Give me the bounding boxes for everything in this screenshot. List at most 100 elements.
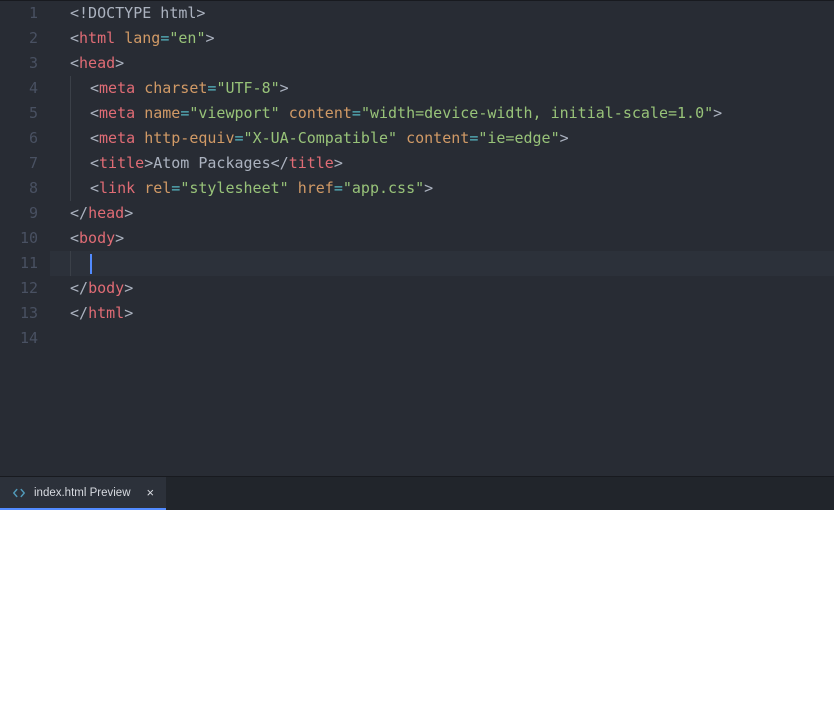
- op: =: [160, 29, 169, 47]
- space: [135, 79, 144, 97]
- punct: </: [70, 204, 88, 222]
- tag-name: title: [99, 154, 144, 172]
- punct: >: [144, 154, 153, 172]
- op: =: [352, 104, 361, 122]
- code-line[interactable]: <link rel="stylesheet" href="app.css">: [50, 176, 834, 201]
- punct: >: [560, 129, 569, 147]
- punct: >: [115, 54, 124, 72]
- line-number: 5: [0, 101, 38, 126]
- attr-name: http-equiv: [144, 129, 234, 147]
- attr-value: width=device-width, initial-scale=1.0: [370, 104, 704, 122]
- space: [280, 104, 289, 122]
- line-number-gutter: 1 2 3 4 5 6 7 8 9 10 11 12 13 14: [0, 1, 50, 351]
- code-editor-pane: 1 2 3 4 5 6 7 8 9 10 11 12 13 14 <!DOCTY…: [0, 0, 834, 476]
- punct: <: [70, 54, 79, 72]
- punct: <: [90, 154, 99, 172]
- tag-name: html: [88, 304, 124, 322]
- quote: ": [361, 104, 370, 122]
- code-line[interactable]: <meta http-equiv="X-UA-Compatible" conte…: [50, 126, 834, 151]
- punct: >: [280, 79, 289, 97]
- quote: ": [388, 129, 397, 147]
- punct: >: [115, 229, 124, 247]
- code-line[interactable]: </body>: [50, 276, 834, 301]
- attr-value: UTF-8: [225, 79, 270, 97]
- code-line[interactable]: <body>: [50, 226, 834, 251]
- line-number: 8: [0, 176, 38, 201]
- attr-name: content: [406, 129, 469, 147]
- space: [115, 29, 124, 47]
- quote: ": [704, 104, 713, 122]
- code-line[interactable]: <!DOCTYPE html>: [50, 1, 834, 26]
- punct: <: [90, 129, 99, 147]
- space: [135, 179, 144, 197]
- tag-name: title: [289, 154, 334, 172]
- op: =: [171, 179, 180, 197]
- code-line[interactable]: [50, 326, 834, 351]
- punct: >: [124, 304, 133, 322]
- quote: ": [271, 104, 280, 122]
- op: =: [334, 179, 343, 197]
- html-preview-pane[interactable]: [0, 510, 834, 724]
- tag-name: body: [88, 279, 124, 297]
- op: =: [469, 129, 478, 147]
- line-number: 13: [0, 301, 38, 326]
- line-number: 2: [0, 26, 38, 51]
- tag-name: meta: [99, 104, 135, 122]
- code-area[interactable]: 1 2 3 4 5 6 7 8 9 10 11 12 13 14 <!DOCTY…: [0, 1, 834, 351]
- close-icon[interactable]: ×: [147, 485, 155, 500]
- attr-name: href: [298, 179, 334, 197]
- punct: >: [713, 104, 722, 122]
- code-line[interactable]: <head>: [50, 51, 834, 76]
- tag-name: body: [79, 229, 115, 247]
- line-number: 14: [0, 326, 38, 351]
- code-line-active[interactable]: [50, 251, 834, 276]
- line-number: 4: [0, 76, 38, 101]
- space: [135, 129, 144, 147]
- op: =: [235, 129, 244, 147]
- preview-tab[interactable]: index.html Preview ×: [0, 477, 166, 510]
- space: [289, 179, 298, 197]
- code-line[interactable]: <html lang="en">: [50, 26, 834, 51]
- attr-name: rel: [144, 179, 171, 197]
- line-number: 1: [0, 1, 38, 26]
- code-line[interactable]: <meta name="viewport" content="width=dev…: [50, 101, 834, 126]
- line-number: 11: [0, 251, 38, 276]
- line-number: 9: [0, 201, 38, 226]
- quote: ": [271, 79, 280, 97]
- attr-value: X-UA-Compatible: [253, 129, 388, 147]
- tag-name: meta: [99, 79, 135, 97]
- punct: </: [70, 304, 88, 322]
- tag-name: head: [79, 54, 115, 72]
- punct: </: [70, 279, 88, 297]
- code-line[interactable]: <meta charset="UTF-8">: [50, 76, 834, 101]
- attr-name: content: [289, 104, 352, 122]
- punct: <: [90, 79, 99, 97]
- preview-tab-bar: index.html Preview ×: [0, 476, 834, 510]
- tab-title: index.html Preview: [34, 487, 131, 499]
- punct: <: [70, 229, 79, 247]
- code-content[interactable]: <!DOCTYPE html> <html lang="en"> <head> …: [50, 1, 834, 351]
- punct: >: [124, 204, 133, 222]
- quote: ": [343, 179, 352, 197]
- punct: >: [424, 179, 433, 197]
- attr-value: app.css: [352, 179, 415, 197]
- attr-name: charset: [144, 79, 207, 97]
- code-line[interactable]: <title>Atom Packages</title>: [50, 151, 834, 176]
- quote: ": [244, 129, 253, 147]
- tag-name: head: [88, 204, 124, 222]
- punct: <: [90, 104, 99, 122]
- line-number: 12: [0, 276, 38, 301]
- line-number: 10: [0, 226, 38, 251]
- punct: <: [90, 179, 99, 197]
- op: =: [180, 104, 189, 122]
- editor-whitespace: [0, 351, 834, 476]
- code-line[interactable]: </head>: [50, 201, 834, 226]
- text-content: Atom Packages: [153, 154, 270, 172]
- attr-value: ie=edge: [487, 129, 550, 147]
- punct: <: [70, 29, 79, 47]
- attr-value: stylesheet: [189, 179, 279, 197]
- text-cursor: [90, 254, 92, 274]
- doctype-token: <!DOCTYPE html>: [70, 4, 205, 22]
- code-line[interactable]: </html>: [50, 301, 834, 326]
- attr-name: lang: [124, 29, 160, 47]
